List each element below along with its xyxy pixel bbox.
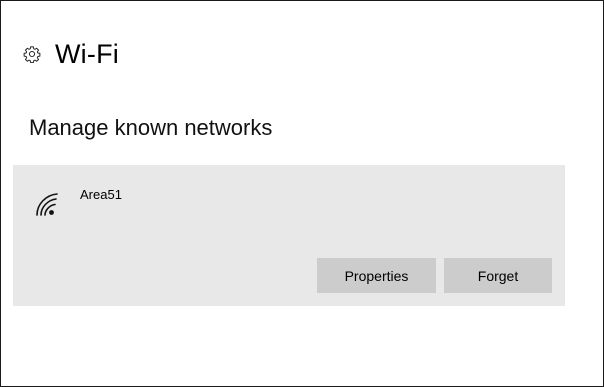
properties-button[interactable]: Properties [317, 258, 436, 293]
forget-button[interactable]: Forget [444, 258, 552, 293]
page-header: Wi-Fi [23, 39, 119, 69]
network-list-item[interactable]: Area51 Properties Forget [13, 165, 565, 306]
network-name: Area51 [80, 187, 122, 202]
settings-window: Wi-Fi Manage known networks Area51 Prope… [0, 0, 604, 387]
section-heading: Manage known networks [29, 115, 273, 140]
page-title: Wi-Fi [55, 38, 119, 69]
gear-icon [23, 45, 41, 63]
wifi-signal-icon [32, 189, 60, 217]
